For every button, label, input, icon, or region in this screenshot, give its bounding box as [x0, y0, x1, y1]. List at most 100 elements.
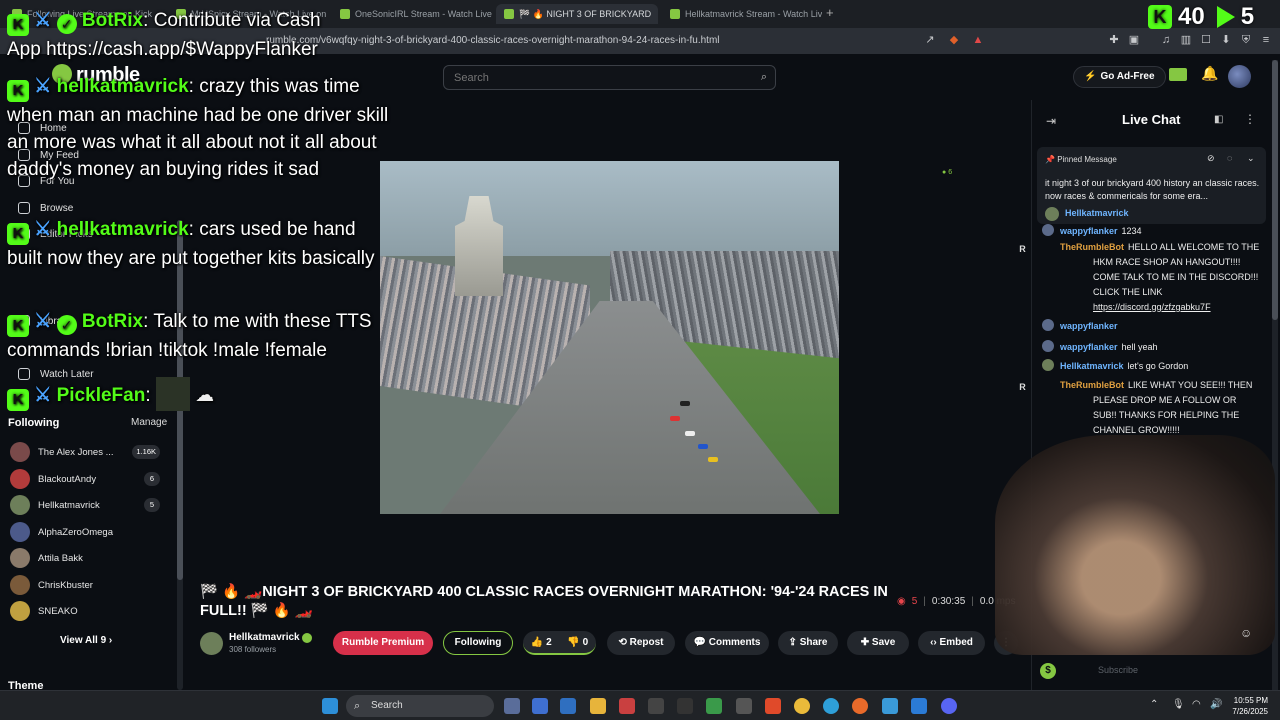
emoji-picker-icon[interactable]: ☺ — [1240, 626, 1252, 640]
chat-more-icon[interactable]: ⋮ — [1244, 112, 1256, 126]
verified-check-icon: ✓ — [56, 14, 77, 34]
race-car — [685, 431, 695, 436]
go-ad-free-button[interactable]: ⚡ Go Ad-Free — [1073, 66, 1166, 88]
microphone-icon[interactable]: 🎙 — [1172, 699, 1185, 710]
save-button[interactable]: ✚ Save — [847, 631, 909, 655]
view-all-following-link[interactable]: View All 9 › — [60, 635, 112, 646]
brave-shield-icon[interactable]: ◆ — [948, 34, 960, 46]
search-icon[interactable]: ⌕ — [761, 71, 767, 84]
go-live-camera-icon[interactable] — [1169, 68, 1187, 81]
chevron-down-icon[interactable]: ⌄ — [1247, 153, 1255, 164]
share-page-icon[interactable]: ↗ — [924, 34, 936, 46]
system-clock[interactable]: 10:55 PM 7/26/2025 — [1226, 695, 1268, 717]
chat-username[interactable]: TheRumbleBot — [1060, 380, 1124, 390]
app-icon[interactable] — [560, 698, 576, 714]
app-icon[interactable] — [532, 698, 548, 714]
task-view-icon[interactable] — [504, 698, 520, 714]
browser-tab[interactable]: Hellkatmavrick Stream - Watch Live o — [662, 4, 822, 24]
chat-text: hell yeah — [1121, 342, 1158, 352]
extensions-icon[interactable]: ✚ — [1108, 34, 1120, 46]
popout-chat-icon[interactable]: ◧ — [1214, 114, 1223, 125]
new-tab-button[interactable]: + — [826, 5, 834, 20]
brave-rewards-icon[interactable]: ▲ — [972, 34, 984, 46]
sidebar-item-browse[interactable]: Browse — [18, 202, 73, 214]
firefox-icon[interactable] — [852, 698, 868, 714]
stream-duration: 0:30:35 — [931, 596, 966, 607]
chrome-icon[interactable] — [794, 698, 810, 714]
media-icon[interactable]: ♫ — [1160, 34, 1172, 46]
chat-username[interactable]: wappyflanker — [1060, 342, 1118, 352]
app-icon[interactable] — [736, 698, 752, 714]
following-item[interactable]: Attila Bakk — [10, 548, 170, 568]
channel-avatar[interactable] — [200, 632, 223, 655]
rumble-premium-button[interactable]: Rumble Premium — [333, 631, 433, 655]
following-button[interactable]: Following — [443, 631, 513, 655]
comments-button[interactable]: 💬 Comments — [685, 631, 769, 655]
rumble-favicon-icon — [504, 9, 514, 19]
app-icon[interactable] — [619, 698, 635, 714]
unpin-icon[interactable]: ⊘ — [1207, 153, 1215, 164]
dislike-count: 0 — [582, 637, 589, 648]
volume-icon[interactable]: 🔊 — [1210, 699, 1222, 710]
search-input[interactable] — [444, 66, 744, 89]
rumblebot-icon: R — [1019, 382, 1026, 392]
sidebar-scrollbar[interactable] — [177, 220, 183, 690]
clock-date: 7/26/2025 — [1232, 707, 1268, 716]
sidebar-toggle-icon[interactable]: ▥ — [1180, 34, 1192, 46]
chat-username[interactable]: wappyflanker — [1060, 226, 1118, 236]
following-item[interactable]: ChrisKbuster — [10, 575, 170, 595]
browser-tab-active[interactable]: 🏁 🔥 NIGHT 3 OF BRICKYARD✕ — [496, 4, 658, 24]
following-item[interactable]: BlackoutAndy 6 — [10, 469, 170, 489]
race-car — [708, 457, 718, 462]
notifications-bell-icon[interactable]: 🔔 — [1201, 65, 1218, 82]
vscode-icon[interactable] — [911, 698, 927, 714]
discord-link[interactable]: https://discord.gg/zfzgabku7F — [1093, 302, 1211, 312]
chat-input[interactable]: Subscribe — [1098, 665, 1138, 675]
like-button[interactable]: 👍 2 — [531, 631, 552, 653]
manage-link[interactable]: Manage — [131, 417, 167, 428]
following-item[interactable]: Hellkatmavrick 5 — [10, 495, 170, 515]
following-item[interactable]: SNEAKO — [10, 601, 170, 621]
windows-start-icon[interactable] — [322, 698, 338, 714]
bookmarks-icon[interactable]: ☐ — [1200, 34, 1212, 46]
menu-icon[interactable]: ≡ — [1260, 34, 1272, 46]
save-icon: ✚ — [860, 637, 872, 648]
downloads-icon[interactable]: ⬇ — [1220, 34, 1232, 46]
user-avatar[interactable] — [1228, 65, 1251, 88]
taskbar-search[interactable]: ⌕ Search — [346, 695, 494, 717]
save-label: Save — [871, 637, 896, 648]
app-icon[interactable] — [882, 698, 898, 714]
wifi-icon[interactable]: ◠ — [1192, 699, 1201, 710]
following-item[interactable]: The Alex Jones ... 1.16K — [10, 442, 170, 462]
chat-message: wappyflanker — [1042, 319, 1262, 334]
app-icon[interactable] — [706, 698, 722, 714]
browser-tab[interactable]: OneSonicIRL Stream - Watch Live on — [332, 4, 492, 24]
pinned-username[interactable]: Hellkatmavrick — [1065, 208, 1129, 218]
app-icon[interactable] — [648, 698, 664, 714]
tray-chevron-icon[interactable]: ⌃ — [1150, 699, 1158, 710]
chat-username[interactable]: wappyflanker — [1060, 321, 1118, 331]
vpn-icon[interactable]: ⛨ — [1240, 34, 1252, 46]
screenshot-icon[interactable]: ▣ — [1128, 34, 1140, 46]
file-explorer-icon[interactable] — [590, 698, 606, 714]
discord-icon[interactable] — [941, 698, 957, 714]
url-field[interactable]: rumble.com/v6wqfqy-night-3-of-brickyard-… — [266, 32, 986, 50]
video-player[interactable] — [380, 161, 839, 514]
pinned-message: 📌 Pinned Message ⊘ ◌ ⌄ it night 3 of our… — [1037, 147, 1266, 224]
rant-dollar-icon[interactable]: $ — [1040, 663, 1056, 679]
app-icon[interactable] — [677, 698, 693, 714]
scrollbar-thumb[interactable] — [1272, 60, 1278, 320]
chat-username[interactable]: Hellkatmavrick — [1060, 361, 1124, 371]
collapse-chat-icon[interactable]: ⇥ — [1046, 114, 1056, 128]
channel-name[interactable]: Hellkatmavrick — [229, 632, 300, 643]
dislike-button[interactable]: 👎 0 — [567, 631, 588, 653]
brave-browser-icon[interactable] — [765, 698, 781, 714]
chat-username[interactable]: TheRumbleBot — [1060, 242, 1124, 252]
share-button[interactable]: ⇪ Share — [778, 631, 838, 655]
hide-icon[interactable]: ◌ — [1227, 153, 1232, 163]
repost-button[interactable]: ⟲ Repost — [607, 631, 675, 655]
edge-icon[interactable] — [823, 698, 839, 714]
following-item[interactable]: AlphaZeroOmega — [10, 522, 170, 542]
embed-button[interactable]: ‹› Embed — [918, 631, 985, 655]
like-count: 2 — [546, 637, 552, 648]
